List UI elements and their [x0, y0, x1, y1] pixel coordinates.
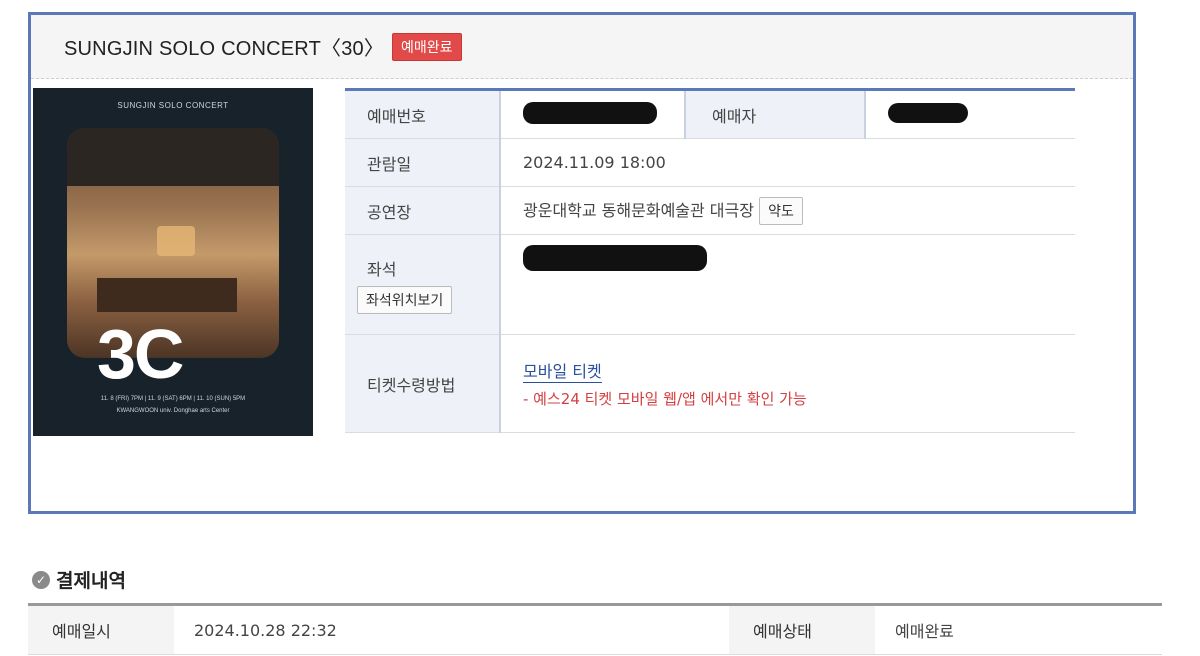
booking-status-value: 예매완료 [875, 604, 1162, 655]
delivery-value: 모바일 티켓 - 예스24 티켓 모바일 웹/앱 에서만 확인 가능 [500, 334, 1075, 433]
delivery-row: 티켓수령방법 모바일 티켓 - 예스24 티켓 모바일 웹/앱 에서만 확인 가… [345, 334, 1075, 433]
booking-number-row: 예매번호 예매자 [345, 89, 1075, 139]
venue-label: 공연장 [345, 186, 501, 235]
booking-status-label: 예매상태 [729, 604, 875, 655]
redacted-mark [523, 101, 657, 124]
redacted-mark [888, 102, 968, 123]
payment-section-title: ✓ 결제내역 [32, 566, 126, 593]
booker-label: 예매자 [684, 89, 866, 139]
poster-title-text: SUNGJIN SOLO CONCERT [117, 101, 229, 110]
booked-at-value: 2024.10.28 22:32 [174, 604, 729, 655]
redacted-mark [523, 245, 707, 271]
poster-dates-text: 11. 8 (FRI) 7PM | 11. 9 (SAT) 6PM | 11. … [100, 396, 246, 402]
status-badge: 예매완료 [392, 32, 462, 61]
ticket-header: SUNGJIN SOLO CONCERT〈30〉 예매완료 [31, 15, 1133, 79]
booker-value [865, 89, 1075, 139]
date-label: 관람일 [345, 138, 501, 187]
concert-title[interactable]: SUNGJIN SOLO CONCERT〈30〉 [64, 32, 384, 61]
seat-row: 좌석 좌석위치보기 [345, 234, 1075, 335]
venue-row: 공연장 광운대학교 동해문화예술관 대극장 약도 [345, 186, 1075, 235]
poster-big-number: 3C [97, 315, 184, 393]
venue-value-cell: 광운대학교 동해문화예술관 대극장 약도 [500, 186, 1075, 235]
seat-label-cell: 좌석 좌석위치보기 [345, 234, 501, 335]
date-row: 관람일 2024.11.09 18:00 [345, 138, 1075, 187]
check-circle-icon: ✓ [32, 570, 50, 589]
seat-location-button[interactable]: 좌석위치보기 [357, 285, 453, 314]
booking-number-label: 예매번호 [345, 89, 501, 139]
venue-value: 광운대학교 동해문화예술관 대극장 [523, 200, 754, 220]
mobile-ticket-link[interactable]: 모바일 티켓 [523, 362, 602, 383]
seat-value [500, 234, 1075, 335]
delivery-label: 티켓수령방법 [345, 334, 501, 433]
ticket-info-table: 예매번호 예매자 관람일 2024.11.09 18:00 공연장 광운대학교 … [345, 88, 1075, 433]
payment-table: 예매일시 2024.10.28 22:32 예매상태 예매완료 [28, 603, 1162, 655]
seat-label: 좌석 [367, 259, 397, 279]
payment-section-label: 결제내역 [56, 570, 126, 592]
concert-poster: SUNGJIN SOLO CONCERT 3C 11. 8 (FRI) 7PM … [33, 88, 313, 436]
date-value: 2024.11.09 18:00 [500, 138, 1075, 187]
payment-row: 예매일시 2024.10.28 22:32 예매상태 예매완료 [28, 604, 1162, 655]
map-button[interactable]: 약도 [759, 196, 803, 225]
booked-at-label: 예매일시 [28, 604, 174, 655]
booking-number-value [500, 89, 685, 139]
poster-venue-text: KWANGWOON univ. Donghae arts Center [116, 408, 230, 414]
delivery-note: - 예스24 티켓 모바일 웹/앱 에서만 확인 가능 [523, 390, 807, 408]
